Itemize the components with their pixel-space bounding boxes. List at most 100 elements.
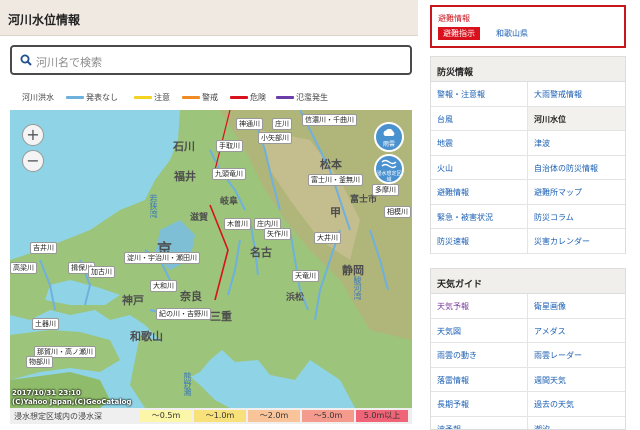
city-label: 松本 bbox=[320, 158, 342, 171]
river-tag[interactable]: 加古川 bbox=[88, 266, 115, 278]
legend-swatch bbox=[230, 96, 248, 99]
disaster-link[interactable]: 避難所マップ bbox=[528, 180, 625, 205]
city-label: 岐阜 bbox=[220, 197, 239, 207]
weather-guide-header: 天気ガイド bbox=[431, 269, 625, 294]
sea-label: 熊野灘 bbox=[183, 372, 192, 396]
city-label: 三重 bbox=[210, 310, 232, 323]
depth-bin: 〜5.0m bbox=[302, 410, 354, 422]
city-label: 滋賀 bbox=[190, 213, 209, 223]
city-label: 奈良 bbox=[180, 290, 202, 303]
depth-legend-label: 浸水想定区域内の浸水深 bbox=[14, 412, 102, 421]
city-label: 甲 bbox=[330, 206, 341, 219]
river-tag[interactable]: 吉井川 bbox=[30, 242, 57, 254]
terrain-map-image bbox=[10, 110, 412, 408]
legend-item: 発表なし bbox=[66, 92, 118, 103]
legend-item: 注意 bbox=[134, 92, 170, 103]
river-tag[interactable]: 木曽川 bbox=[224, 218, 251, 230]
legend-item: 危険 bbox=[230, 92, 266, 103]
flood-area-button-label: 浸水想定区域 bbox=[376, 171, 402, 183]
disaster-link[interactable]: 避難情報 bbox=[431, 180, 528, 205]
page-header: 河川水位情報 bbox=[0, 0, 418, 36]
alert-prefecture-link[interactable]: 和歌山県 bbox=[496, 28, 528, 39]
main-column: 河川水位情報 河川名で検索 河川洪水 発表なし 注意 警戒 危険 氾濫発生 + … bbox=[0, 0, 418, 430]
river-map[interactable]: + − 雨雲 浸水想定区域 石川 福井 松本 京 名古 静岡 神戸 和歌山 三重… bbox=[10, 110, 412, 408]
river-search-box[interactable]: 河川名で検索 bbox=[10, 45, 412, 75]
legend-swatch bbox=[134, 96, 152, 99]
river-tag[interactable]: 高梁川 bbox=[10, 262, 37, 274]
zoom-out-button[interactable]: − bbox=[22, 150, 44, 172]
rain-cloud-button-label: 雨雲 bbox=[382, 141, 395, 148]
river-tag[interactable]: 天竜川 bbox=[292, 270, 319, 282]
rain-cloud-button[interactable]: 雨雲 bbox=[374, 122, 404, 152]
river-tag[interactable]: 信濃川・千曲川 bbox=[302, 114, 357, 126]
river-tag[interactable]: 小矢部川 bbox=[258, 132, 292, 144]
search-icon bbox=[20, 54, 32, 66]
weather-link[interactable]: 週間天気 bbox=[528, 368, 625, 392]
disaster-link[interactable]: 台風 bbox=[431, 106, 528, 131]
weather-link[interactable]: 落雷情報 bbox=[431, 367, 528, 392]
disaster-link[interactable]: 津波 bbox=[528, 131, 625, 156]
weather-link[interactable]: 潮汐 bbox=[528, 417, 625, 430]
weather-link[interactable]: 衛星画像 bbox=[528, 294, 625, 319]
disaster-link[interactable]: 警報・注意報 bbox=[431, 82, 528, 107]
weather-link[interactable]: アメダス bbox=[528, 319, 625, 343]
weather-link[interactable]: 雨雲の動き bbox=[431, 343, 528, 368]
river-tag[interactable]: 九頭竜川 bbox=[212, 168, 246, 180]
map-copyright: (C)Yahoo Japan,(C)GeoCatalog bbox=[12, 398, 132, 406]
flood-wave-icon bbox=[381, 159, 397, 169]
weather-guide-links: 天気予報 衛星画像 天気図 アメダス 雨雲の動き 雨雲レーダー 落雷情報 週間天… bbox=[431, 294, 625, 430]
disaster-link[interactable]: 自治体の防災情報 bbox=[528, 156, 625, 180]
disaster-link[interactable]: 災害カレンダー bbox=[528, 229, 625, 254]
river-tag[interactable]: 庄川 bbox=[272, 118, 292, 130]
disaster-link[interactable]: 防災速報 bbox=[431, 229, 528, 254]
page-title: 河川水位情報 bbox=[8, 13, 81, 27]
disaster-link[interactable]: 緊急・被害状況 bbox=[431, 204, 528, 229]
sea-label: 駿河湾 bbox=[353, 276, 362, 300]
weather-link[interactable]: 天気予報 bbox=[431, 294, 528, 319]
depth-bin: 〜0.5m bbox=[140, 410, 192, 422]
evacuation-order-badge: 避難指示 bbox=[438, 27, 480, 40]
alert-title: 避難情報 bbox=[438, 14, 470, 23]
river-tag[interactable]: 淀川・宇治川・瀬田川 bbox=[124, 252, 200, 264]
search-placeholder: 河川名で検索 bbox=[36, 56, 102, 69]
river-tag[interactable]: 神通川 bbox=[236, 118, 263, 130]
depth-bin: 5.0m以上 bbox=[356, 410, 408, 422]
river-tag[interactable]: 矢作川 bbox=[264, 228, 291, 240]
weather-link[interactable]: 長期予報 bbox=[431, 392, 528, 417]
city-label: 和歌山 bbox=[130, 330, 163, 343]
river-tag[interactable]: 相模川 bbox=[384, 206, 411, 218]
flood-legend: 河川洪水 発表なし 注意 警戒 危険 氾濫発生 bbox=[10, 90, 410, 104]
river-tag[interactable]: 大井川 bbox=[314, 232, 341, 244]
river-tag[interactable]: 物部川 bbox=[26, 356, 53, 368]
city-label: 浜松 bbox=[286, 293, 305, 303]
city-label: 石川 bbox=[173, 140, 195, 153]
river-tag[interactable]: 紀の川・吉野川 bbox=[156, 308, 211, 320]
legend-label: 河川洪水 bbox=[22, 93, 54, 102]
disaster-link[interactable]: 火山 bbox=[431, 155, 528, 180]
river-tag[interactable]: 手取川 bbox=[216, 140, 243, 152]
river-tag[interactable]: 土器川 bbox=[32, 318, 59, 330]
legend-swatch bbox=[66, 96, 84, 99]
sea-label: 若狭湾 bbox=[149, 194, 158, 218]
disaster-link[interactable]: 河川水位 bbox=[528, 106, 625, 131]
river-tag[interactable]: 多摩川 bbox=[372, 184, 399, 196]
disaster-link[interactable]: 防災コラム bbox=[528, 205, 625, 229]
weather-link[interactable]: 過去の天気 bbox=[528, 392, 625, 417]
disaster-info-header: 防災情報 bbox=[431, 57, 625, 82]
disaster-link[interactable]: 大雨警戒情報 bbox=[528, 82, 625, 107]
weather-link[interactable]: 波予報 bbox=[431, 416, 528, 429]
weather-link[interactable]: 雨雲レーダー bbox=[528, 343, 625, 368]
weather-link[interactable]: 天気図 bbox=[431, 318, 528, 343]
city-label: 神戸 bbox=[122, 294, 144, 307]
river-tag[interactable]: 富士川・釜無川 bbox=[308, 174, 363, 186]
zoom-in-button[interactable]: + bbox=[22, 124, 44, 146]
legend-swatch bbox=[182, 96, 200, 99]
disaster-info-links: 警報・注意報 大雨警戒情報 台風 河川水位 地震 津波 火山 自治体の防災情報 … bbox=[431, 82, 625, 254]
depth-bin: 〜2.0m bbox=[248, 410, 300, 422]
river-tag[interactable]: 大和川 bbox=[150, 280, 177, 292]
flood-area-button[interactable]: 浸水想定区域 bbox=[374, 154, 404, 184]
city-label: 福井 bbox=[174, 170, 196, 183]
disaster-info-box: 防災情報 警報・注意報 大雨警戒情報 台風 河川水位 地震 津波 火山 自治体の… bbox=[430, 56, 626, 254]
map-timestamp: 2017/10/31 23:10 bbox=[12, 389, 81, 397]
disaster-link[interactable]: 地震 bbox=[431, 131, 528, 156]
